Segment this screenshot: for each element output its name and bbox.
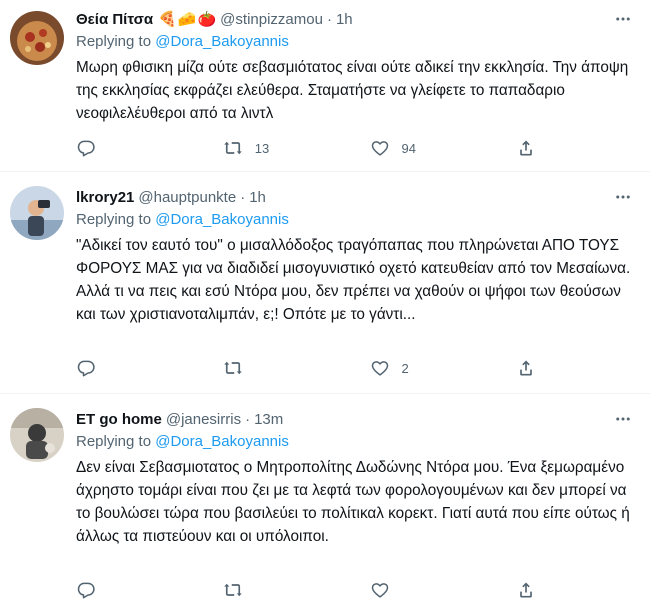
mention-link[interactable]: @Dora_Bakoyannis [155,33,289,50]
more-icon[interactable] [608,408,638,430]
replying-label: Replying to [76,211,152,228]
more-icon[interactable] [608,8,638,30]
like-button[interactable]: 94 [370,138,517,158]
retweet-button[interactable]: 13 [223,138,370,158]
avatar[interactable] [10,11,64,65]
retweet-icon [223,580,243,600]
name-emoji: 🍕 🧀 🍅 [158,10,216,28]
share-icon [516,138,536,158]
action-bar: 2 [76,358,546,378]
reply-button[interactable] [76,358,223,378]
tweet-text: "Αδικεί τον εαυτό του" ο μισαλλόδοξος τρ… [76,237,631,323]
share-button[interactable] [516,138,546,158]
separator-dot: · [245,410,251,428]
share-button[interactable] [516,358,546,378]
tweet-header: lkrory21 @hauptpunkte · 1h [76,186,638,208]
tweet-header: Θεία Πίτσα 🍕 🧀 🍅 @stinpizzamou · 1h [76,8,638,30]
mention-link[interactable]: @Dora_Bakoyannis [155,433,289,450]
user-handle[interactable]: @hauptpunkte [138,189,236,206]
share-icon [516,580,536,600]
timestamp[interactable]: 13m [254,411,283,428]
replying-label: Replying to [76,433,152,450]
tweet[interactable]: Θεία Πίτσα 🍕 🧀 🍅 @stinpizzamou · 1h Replyi… [0,0,650,172]
reply-icon [76,358,96,378]
retweet-icon [223,358,243,378]
reply-icon [76,138,96,158]
separator-dot: · [240,188,246,206]
display-name[interactable]: Θεία Πίτσα [76,11,153,28]
like-icon [370,138,390,158]
mention-link[interactable]: @Dora_Bakoyannis [155,211,289,228]
separator-dot: · [326,10,332,28]
replying-to: Replying to @Dora_Bakoyannis [76,33,638,53]
tweet-header: ET go home @janesirris · 13m [76,408,638,430]
tomato-emoji: 🍅 [197,11,217,28]
display-name[interactable]: ET go home [76,411,162,428]
pizza-emoji: 🍕 [158,11,177,28]
like-count: 2 [401,360,409,376]
retweet-button[interactable] [223,358,370,378]
reply-timeline: Θεία Πίτσα 🍕 🧀 🍅 @stinpizzamou · 1h Replyi… [0,0,660,612]
like-button[interactable] [370,580,517,600]
action-bar: 13 94 [76,138,546,158]
replying-label: Replying to [76,33,152,50]
timestamp[interactable]: 1h [249,189,266,206]
tweet[interactable]: ET go home @janesirris · 13m Replying to… [0,394,650,612]
like-button[interactable]: 2 [370,358,517,378]
display-name[interactable]: lkrory21 [76,189,134,206]
replying-to: Replying to @Dora_Bakoyannis [76,211,638,231]
like-count: 94 [401,140,416,156]
user-handle[interactable]: @stinpizzamou [220,11,323,28]
retweet-count: 13 [254,140,270,156]
more-icon[interactable] [608,186,638,208]
avatar[interactable] [10,186,64,240]
timestamp[interactable]: 1h [336,11,353,28]
tweet-text: Μωρη φθισικη μίζα ούτε σεβασμιότατος είν… [76,59,629,122]
replying-to: Replying to @Dora_Bakoyannis [76,433,638,453]
reply-button[interactable] [76,138,223,158]
avatar[interactable] [10,408,64,462]
reply-icon [76,580,96,600]
action-bar [76,580,546,600]
share-button[interactable] [516,580,546,600]
like-icon [370,580,390,600]
like-icon [370,358,390,378]
retweet-icon [223,138,243,158]
user-handle[interactable]: @janesirris [166,411,241,428]
cheese-emoji: 🧀 [177,11,197,28]
share-icon [516,358,536,378]
reply-button[interactable] [76,580,223,600]
tweet-text: Δεν είναι Σεβασμιοτατος ο Μητροπολίτης Δ… [76,459,630,545]
retweet-button[interactable] [223,580,370,600]
tweet[interactable]: lkrory21 @hauptpunkte · 1h Replying to @… [0,172,650,394]
